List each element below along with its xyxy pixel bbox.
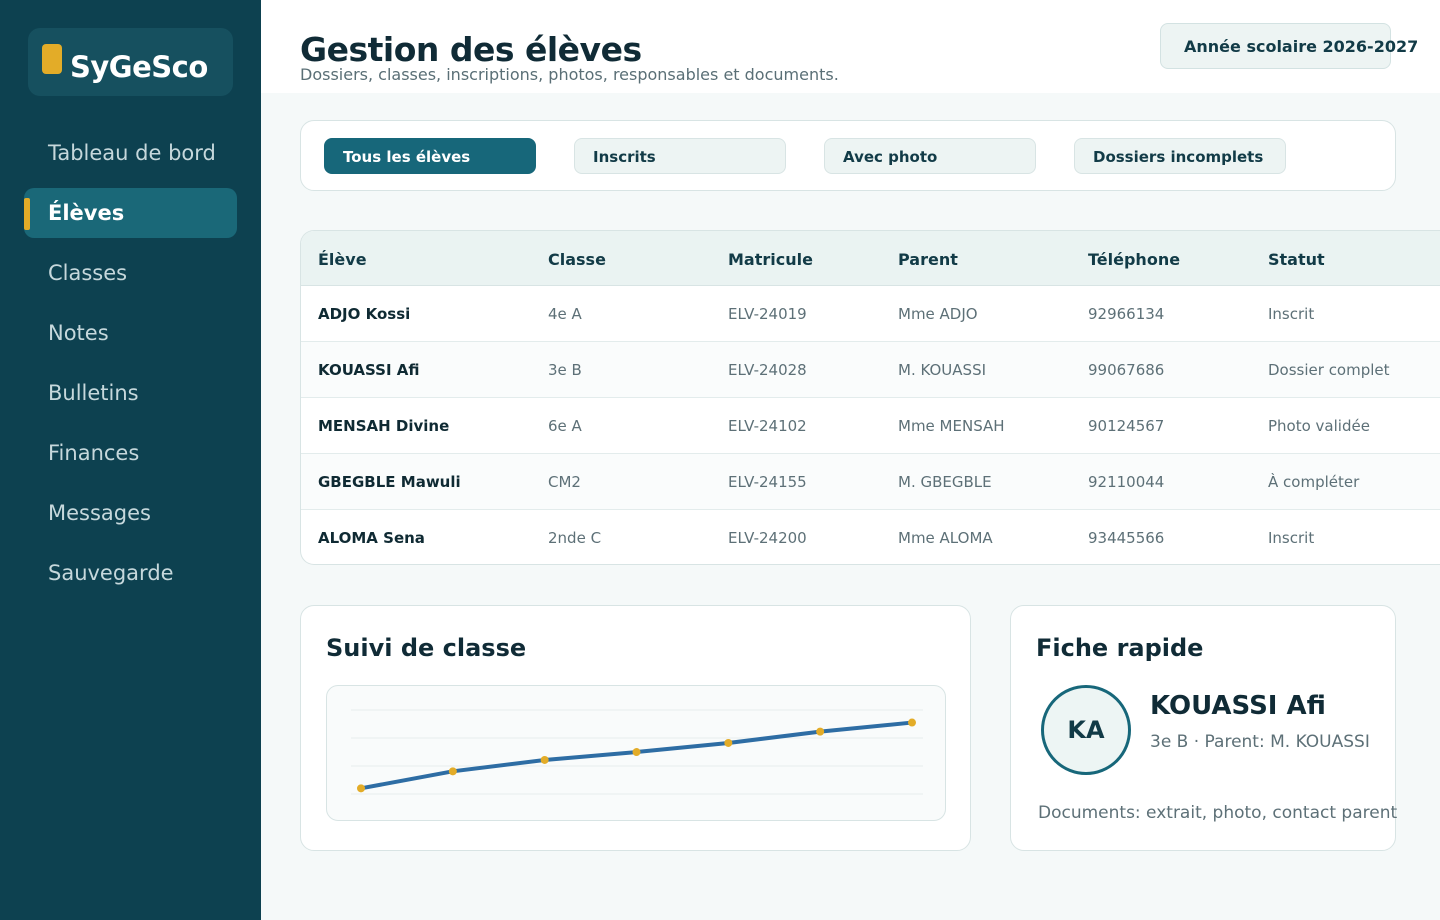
cell-status: À compléter	[1268, 473, 1360, 491]
cell-status: Photo validée	[1268, 417, 1370, 435]
app-logo[interactable]: SyGeSco	[28, 28, 233, 96]
sidebar-item-label: Tableau de bord	[48, 141, 216, 165]
sidebar-item-report-cards[interactable]: Bulletins	[24, 368, 237, 418]
student-documents: Documents: extrait, photo, contact paren…	[1038, 803, 1398, 823]
cell-class: CM2	[548, 473, 581, 491]
cell-parent: M. GBEGBLE	[898, 473, 992, 491]
cell-status: Inscrit	[1268, 305, 1315, 323]
cell-phone: 90124567	[1088, 417, 1165, 435]
sidebar: SyGeSco Tableau de bord Élèves Classes N…	[0, 0, 261, 920]
sidebar-item-label: Classes	[48, 261, 128, 285]
filter-enrolled[interactable]: Inscrits	[574, 138, 786, 174]
sidebar-item-label: Notes	[48, 321, 109, 345]
table-row[interactable]: MENSAH Divine 6e A ELV-24102 Mme MENSAH …	[301, 398, 1440, 454]
chart-point[interactable]	[632, 748, 641, 757]
cell-phone: 92966134	[1088, 305, 1165, 323]
column-header-phone[interactable]: Téléphone	[1088, 231, 1180, 289]
cell-status: Dossier complet	[1268, 361, 1390, 379]
sidebar-item-label: Messages	[48, 501, 151, 525]
cell-class: 6e A	[548, 417, 582, 435]
students-table: Élève Classe Matricule Parent Téléphone …	[300, 230, 1440, 565]
filter-with-photo[interactable]: Avec photo	[824, 138, 1036, 174]
cell-phone: 92110044	[1088, 473, 1165, 491]
column-header-registration-number[interactable]: Matricule	[728, 231, 813, 289]
class-tracking-title: Suivi de classe	[326, 634, 527, 662]
column-header-class[interactable]: Classe	[548, 231, 606, 289]
filter-bar: Tous les élèves Inscrits Avec photo Doss…	[300, 120, 1396, 191]
cell-registration-number: ELV-24028	[728, 361, 807, 379]
cell-registration-number: ELV-24200	[728, 529, 807, 547]
sidebar-item-label: Élèves	[48, 201, 125, 225]
sidebar-item-label: Bulletins	[48, 381, 139, 405]
table-row[interactable]: GBEGBLE Mawuli CM2 ELV-24155 M. GBEGBLE …	[301, 454, 1440, 510]
active-indicator	[24, 198, 30, 230]
school-year-badge[interactable]: Année scolaire 2026-2027	[1160, 23, 1418, 69]
cell-registration-number: ELV-24102	[728, 417, 807, 435]
cell-registration-number: ELV-24155	[728, 473, 807, 491]
app-name: SyGeSco	[70, 50, 208, 84]
column-header-student[interactable]: Élève	[318, 231, 367, 289]
cell-class: 2nde C	[548, 529, 602, 547]
class-tracking-chart	[326, 685, 946, 821]
line-chart	[351, 709, 923, 795]
chart-point[interactable]	[540, 755, 549, 764]
page-title: Gestion des élèves	[300, 30, 642, 69]
filter-incomplete-files[interactable]: Dossiers incomplets	[1074, 138, 1286, 174]
table-header: Élève Classe Matricule Parent Téléphone …	[301, 231, 1440, 286]
column-header-parent[interactable]: Parent	[898, 231, 958, 289]
cell-student: MENSAH Divine	[318, 417, 450, 435]
cell-parent: Mme MENSAH	[898, 417, 1005, 435]
filter-all-students[interactable]: Tous les élèves	[324, 138, 536, 174]
table-row[interactable]: ADJO Kossi 4e A ELV-24019 Mme ADJO 92966…	[301, 286, 1440, 342]
chart-point[interactable]	[724, 738, 733, 747]
cell-phone: 99067686	[1088, 361, 1165, 379]
class-tracking-card: Suivi de classe	[300, 605, 971, 851]
sidebar-item-dashboard[interactable]: Tableau de bord	[24, 128, 237, 178]
cell-parent: M. KOUASSI	[898, 361, 987, 379]
cell-student: KOUASSI Afi	[318, 361, 420, 379]
quick-sheet-card: Fiche rapide KA KOUASSI Afi 3e B · Paren…	[1010, 605, 1398, 851]
student-name: KOUASSI Afi	[1150, 691, 1326, 721]
cell-student: ADJO Kossi	[318, 305, 411, 323]
page-header: Gestion des élèves Dossiers, classes, in…	[261, 0, 1440, 93]
sidebar-item-students[interactable]: Élèves	[24, 188, 237, 238]
chart-point[interactable]	[908, 718, 916, 727]
cell-class: 4e A	[548, 305, 582, 323]
cell-phone: 93445566	[1088, 529, 1165, 547]
sidebar-item-backup[interactable]: Sauvegarde	[24, 548, 237, 598]
sidebar-item-finances[interactable]: Finances	[24, 428, 237, 478]
page-subtitle: Dossiers, classes, inscriptions, photos,…	[300, 65, 839, 84]
cell-status: Inscrit	[1268, 529, 1315, 547]
chart-point[interactable]	[448, 767, 457, 776]
chart-point[interactable]	[816, 727, 825, 736]
cell-student: ALOMA Sena	[318, 529, 425, 547]
sidebar-item-label: Finances	[48, 441, 140, 465]
chart-point[interactable]	[357, 784, 365, 793]
student-avatar[interactable]: KA	[1041, 685, 1131, 775]
sidebar-item-grades[interactable]: Notes	[24, 308, 237, 358]
cell-parent: Mme ALOMA	[898, 529, 993, 547]
sidebar-item-messages[interactable]: Messages	[24, 488, 237, 538]
table-row[interactable]: KOUASSI Afi 3e B ELV-24028 M. KOUASSI 99…	[301, 342, 1440, 398]
student-class-parent: 3e B · Parent: M. KOUASSI	[1150, 732, 1370, 752]
table-row[interactable]: ALOMA Sena 2nde C ELV-24200 Mme ALOMA 93…	[301, 510, 1440, 564]
cell-registration-number: ELV-24019	[728, 305, 807, 323]
quick-sheet-title: Fiche rapide	[1036, 634, 1204, 662]
cell-parent: Mme ADJO	[898, 305, 978, 323]
column-header-status[interactable]: Statut	[1268, 231, 1325, 289]
sidebar-item-label: Sauvegarde	[48, 561, 174, 585]
sidebar-item-classes[interactable]: Classes	[24, 248, 237, 298]
cell-student: GBEGBLE Mawuli	[318, 473, 461, 491]
cell-class: 3e B	[548, 361, 582, 379]
logo-mark-icon	[42, 44, 62, 74]
